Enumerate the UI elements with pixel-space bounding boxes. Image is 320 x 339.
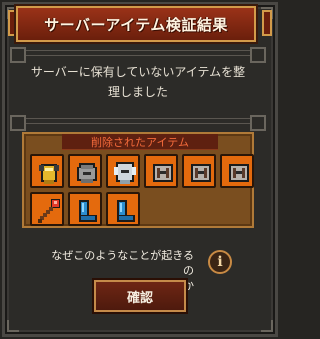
iron-helmet-icon — [153, 164, 173, 182]
message-line: 理しました — [107, 85, 168, 99]
blue-boots-icon — [79, 200, 97, 222]
gold-armor-icon — [39, 164, 59, 184]
item-slot[interactable] — [182, 154, 216, 188]
item-slot[interactable] — [106, 192, 140, 226]
steel-helmet-icon — [77, 163, 97, 183]
info-icon[interactable]: i — [208, 250, 232, 274]
message-line: サーバーに保有していないアイテムを整 — [30, 65, 246, 79]
dialog-title: サーバーアイテム検証結果 — [44, 15, 228, 34]
deleted-items-header-label: 削除されたアイテム — [91, 135, 189, 149]
silver-helmet-icon — [114, 162, 136, 184]
item-grid — [30, 154, 254, 226]
item-slot[interactable] — [68, 192, 102, 226]
corner-ornament — [261, 320, 273, 332]
corner-ornament — [7, 320, 19, 332]
divider — [10, 115, 266, 131]
item-slot[interactable] — [220, 154, 254, 188]
item-slot[interactable] — [144, 154, 178, 188]
help-question-line: なぜこのようなことが起きるの — [51, 249, 194, 277]
confirm-button-label: 確認 — [126, 290, 153, 306]
deleted-items-panel: 削除されたアイテム — [22, 132, 254, 228]
item-slot[interactable] — [30, 154, 64, 188]
fire-staff-icon — [38, 199, 60, 223]
dialog-message: サーバーに保有していないアイテムを整 理しました — [10, 62, 266, 102]
item-slot[interactable] — [30, 192, 64, 226]
dialog-title-banner: サーバーアイテム検証結果 — [16, 6, 256, 42]
info-icon-glyph: i — [217, 254, 223, 270]
iron-helmet-icon — [229, 164, 249, 182]
deleted-items-header: 削除されたアイテム — [62, 134, 218, 150]
banner-tip-right — [262, 10, 272, 36]
blue-boots-icon — [117, 200, 135, 222]
divider — [10, 47, 266, 63]
iron-helmet-icon — [191, 164, 211, 182]
item-slot[interactable] — [68, 154, 102, 188]
item-slot[interactable] — [106, 154, 140, 188]
confirm-button[interactable]: 確認 — [94, 280, 186, 312]
